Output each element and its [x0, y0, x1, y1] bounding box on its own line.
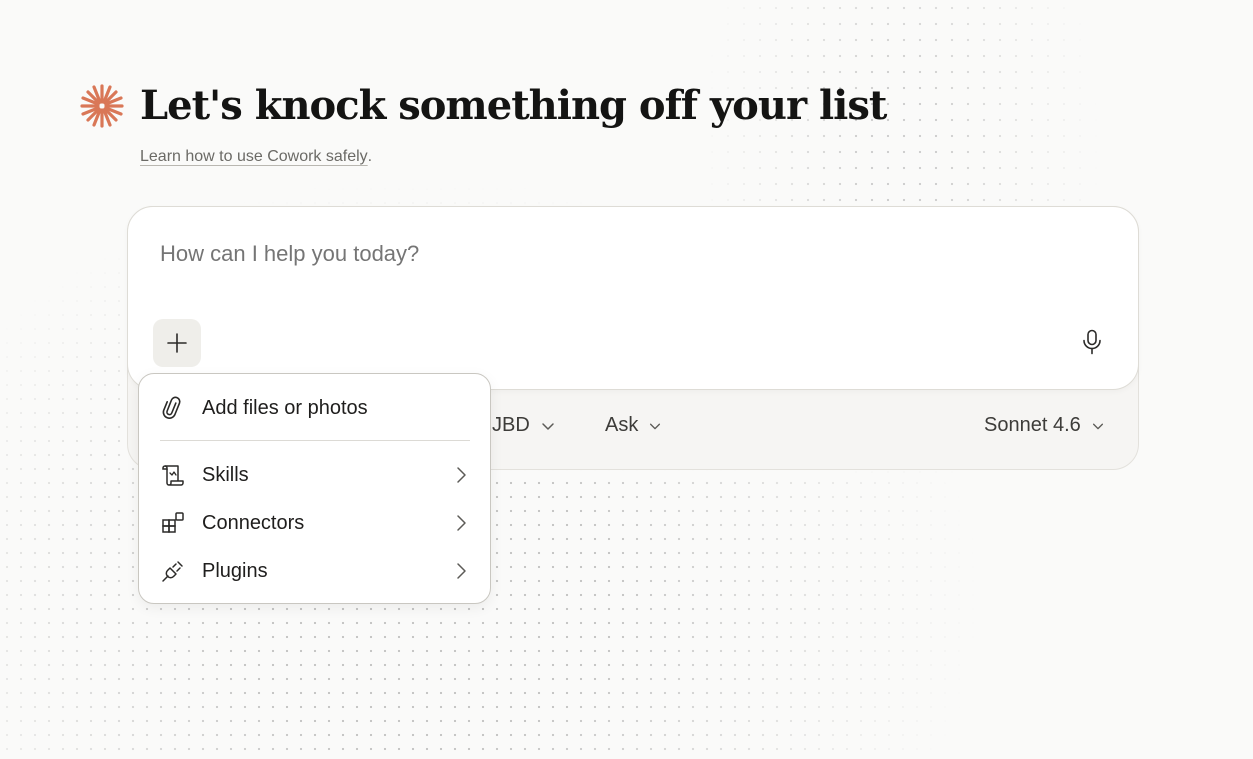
safety-period: .	[367, 148, 373, 165]
menu-item-connectors[interactable]: Connectors	[159, 503, 471, 543]
claude-logo-icon	[80, 83, 124, 128]
add-button[interactable]	[153, 319, 201, 367]
menu-divider	[160, 440, 470, 441]
composer-box	[127, 206, 1139, 390]
microphone-button[interactable]	[1072, 322, 1112, 362]
learn-safety-link[interactable]: Learn how to use Cowork safely	[140, 148, 368, 165]
chevron-right-icon	[451, 513, 471, 533]
prompt-input[interactable]	[158, 240, 1042, 268]
model-selector[interactable]: Sonnet 4.6	[984, 414, 1105, 437]
chevron-right-icon	[451, 465, 471, 485]
folder-selector-label: JBD	[492, 414, 530, 436]
menu-item-label: Skills	[202, 463, 249, 486]
paperclip-icon	[159, 394, 187, 422]
connectors-icon	[159, 509, 187, 537]
menu-item-label: Plugins	[202, 559, 268, 582]
safety-line: Learn how to use Cowork safely.	[140, 148, 372, 166]
add-menu: Add files or photos Skills Connectors Pl…	[138, 373, 491, 604]
chevron-down-icon	[542, 422, 554, 430]
chevron-right-icon	[451, 561, 471, 581]
page-title: Let's knock something off your list	[140, 82, 887, 129]
hero: Let's knock something off your list	[80, 82, 887, 129]
menu-item-label: Add files or photos	[202, 396, 368, 419]
chevron-down-icon	[1092, 423, 1103, 429]
plug-icon	[159, 557, 187, 585]
mode-selector[interactable]: Ask	[605, 414, 662, 437]
mode-selector-label: Ask	[605, 414, 639, 436]
microphone-icon	[1083, 329, 1101, 355]
menu-item-skills[interactable]: Skills	[159, 455, 471, 495]
plus-icon	[167, 333, 187, 353]
model-selector-label: Sonnet 4.6	[984, 414, 1081, 436]
menu-item-plugins[interactable]: Plugins	[159, 551, 471, 591]
scroll-icon	[159, 461, 187, 489]
menu-item-add-files[interactable]: Add files or photos	[159, 388, 471, 428]
chevron-down-icon	[650, 423, 661, 429]
folder-selector[interactable]: JBD	[492, 414, 556, 437]
menu-item-label: Connectors	[202, 511, 305, 534]
